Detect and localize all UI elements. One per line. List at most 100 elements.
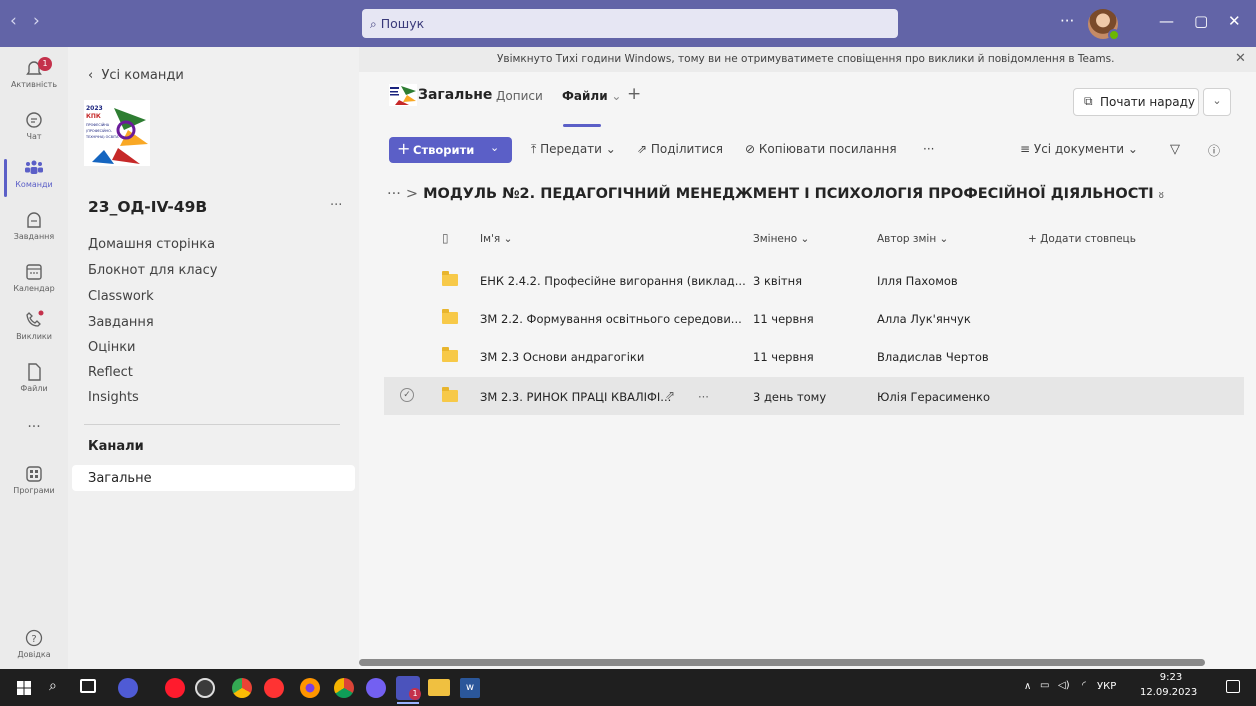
breadcrumb-ellipsis[interactable]: ··· [387,186,401,202]
team-nav-home[interactable]: Домашня сторінка [88,237,215,252]
tab-files[interactable]: Файли ⌄ [562,89,621,103]
word-icon[interactable]: w [460,678,480,698]
language-indicator[interactable]: УКР [1097,681,1116,692]
rail-item-more[interactable]: ··· [0,419,68,435]
team-nav-assignments[interactable]: Завдання [88,315,154,330]
chevron-down-icon: ⌄ [490,141,500,154]
command-bar: + Створити ⌄ ⤒ Передати ⌄ ⇗ Поділитися ⊘… [359,128,1256,170]
team-more-button[interactable]: ··· [330,198,342,213]
upload-label: Передати [540,142,602,156]
notifications-icon[interactable] [1226,680,1240,693]
rail-item-activity[interactable]: 1 Активність [0,57,68,89]
rail-item-help[interactable]: ? Довідка [0,627,68,659]
people-icon[interactable]: ᴕ [1159,188,1164,201]
windows-taskbar: ⌕ 1 w ∧ ▭ ◁) ◜ УКР 9:23 12.09.2023 [0,669,1256,706]
title-bar: ‹ › ⌕ Пошук ··· — ▢ ✕ [0,0,1256,47]
browser-icon[interactable] [232,678,252,698]
rail-item-chat[interactable]: Чат [0,109,68,141]
file-name[interactable]: ЕНК 2.4.2. Професійне вигорання (виклад.… [480,274,746,288]
close-button[interactable]: ✕ [1228,12,1241,30]
tab-posts[interactable]: Дописи [496,89,543,103]
tray-expand-icon[interactable]: ∧ [1024,681,1031,692]
file-name[interactable]: ЗМ 2.2. Формування освітнього середови..… [480,312,742,326]
opera-icon[interactable] [165,678,185,698]
file-explorer-icon[interactable] [428,679,450,696]
settings-more-button[interactable]: ··· [1060,12,1074,30]
table-row[interactable]: ЗМ 2.2. Формування освітнього середови..… [384,299,1244,337]
view-selector[interactable]: ≡ Усі документи ⌄ [1020,142,1138,156]
chevron-down-icon: ⌄ [601,142,616,156]
teams-taskbar-icon[interactable]: 1 [396,676,421,700]
viber-icon[interactable] [366,678,386,698]
rail-item-apps[interactable]: Програми [0,463,68,495]
avatar[interactable] [1088,9,1120,41]
create-button[interactable]: + Створити ⌄ [389,137,512,163]
horizontal-scrollbar[interactable] [359,659,1205,666]
file-author: Алла Лук'янчук [877,312,971,326]
add-tab-button[interactable]: + [627,84,641,104]
copy-link-button[interactable]: ⊘ Копіювати посилання [745,142,897,156]
table-row[interactable]: ЕНК 2.4.2. Професійне вигорання (виклад.… [384,261,1244,299]
upload-button[interactable]: ⤒ Передати ⌄ [531,142,616,157]
yandex-browser-icon[interactable] [264,678,284,698]
rail-item-files[interactable]: Файли [0,361,68,393]
chat-icon [26,112,42,128]
row-more-button[interactable]: ··· [698,390,709,404]
banner-close-button[interactable]: ✕ [1235,51,1246,66]
team-nav-notebook[interactable]: Блокнот для класу [88,263,217,278]
windows-start-icon[interactable] [17,681,31,695]
team-logo-image: 2023 КПК ПРОФЕСІЙНА (ПРОФЕСІЙНО- ТЕХНІЧН… [84,100,150,166]
filter-icon[interactable]: ▽ [1170,142,1180,157]
file-name[interactable]: ЗМ 2.3 Основи андрагогіки [480,350,644,364]
battery-icon[interactable]: ▭ [1040,680,1049,691]
team-nav-grades[interactable]: Оцінки [88,340,136,355]
column-author[interactable]: Автор змін ⌄ [877,233,948,245]
start-meeting-button[interactable]: ⧉ Почати нараду [1073,88,1199,116]
chevron-down-icon: ⌄ [607,89,622,103]
chrome-icon[interactable] [334,678,354,698]
rail-item-calendar[interactable]: Календар [0,261,68,293]
list-icon: ≡ [1020,142,1034,156]
column-modified[interactable]: Змінено ⌄ [753,233,809,245]
volume-icon[interactable]: ◁) [1058,680,1070,691]
file-modified: 3 день тому [753,390,827,404]
firefox-icon[interactable] [300,678,320,698]
file-modified: 11 червня [753,350,814,364]
svg-text:2023: 2023 [86,105,103,112]
file-name[interactable]: ЗМ 2.3. РИНОК ПРАЦІ КВАЛІФІ... [480,390,671,404]
share-icon[interactable]: ⇗ [665,388,675,402]
team-nav-classwork[interactable]: Classwork [88,289,154,304]
row-select-checkbox[interactable]: ✓ [400,388,414,402]
clock-time[interactable]: 9:23 [1149,672,1193,683]
rail-item-assignments[interactable]: Завдання [0,209,68,241]
more-actions-button[interactable]: ··· [923,142,934,156]
team-nav-insights[interactable]: Insights [88,390,139,405]
add-column-button[interactable]: + Додати стовпець [1028,233,1136,245]
search-icon[interactable]: ⌕ [49,678,57,694]
forward-arrow-icon[interactable]: › [33,11,40,31]
channel-item-general[interactable]: Загальне [72,465,355,491]
share-button[interactable]: ⇗ Поділитися [637,142,723,156]
search-input[interactable]: ⌕ Пошук [362,9,898,38]
info-icon[interactable]: ⓘ [1208,142,1220,159]
rail-item-label: Команди [15,180,53,189]
clock-date[interactable]: 12.09.2023 [1140,687,1197,698]
rail-item-label: Активність [10,80,58,89]
table-row-selected[interactable]: ✓ ЗМ 2.3. РИНОК ПРАЦІ КВАЛІФІ... ⇗ ··· 3… [384,377,1244,415]
rail-item-teams[interactable]: Команди [0,157,68,197]
maximize-button[interactable]: ▢ [1194,12,1208,30]
team-nav-reflect[interactable]: Reflect [88,365,133,380]
minimize-button[interactable]: — [1159,12,1174,30]
column-name[interactable]: Ім'я ⌄ [480,233,512,245]
table-row[interactable]: ЗМ 2.3 Основи андрагогіки 11 червня Влад… [384,337,1244,375]
rail-item-calls[interactable]: Виклики [0,309,68,341]
copy-link-label: Копіювати посилання [758,142,897,156]
all-teams-link[interactable]: ‹ Усі команди [88,68,184,83]
task-view-icon[interactable] [80,679,96,693]
back-arrow-icon[interactable]: ‹ [10,11,17,31]
meeting-options-button[interactable]: ⌄ [1203,88,1231,116]
eye-app-icon[interactable] [195,678,215,698]
team-logo-small [389,84,417,106]
alice-assistant-icon[interactable] [118,678,138,698]
wifi-icon[interactable]: ◜ [1082,680,1086,691]
